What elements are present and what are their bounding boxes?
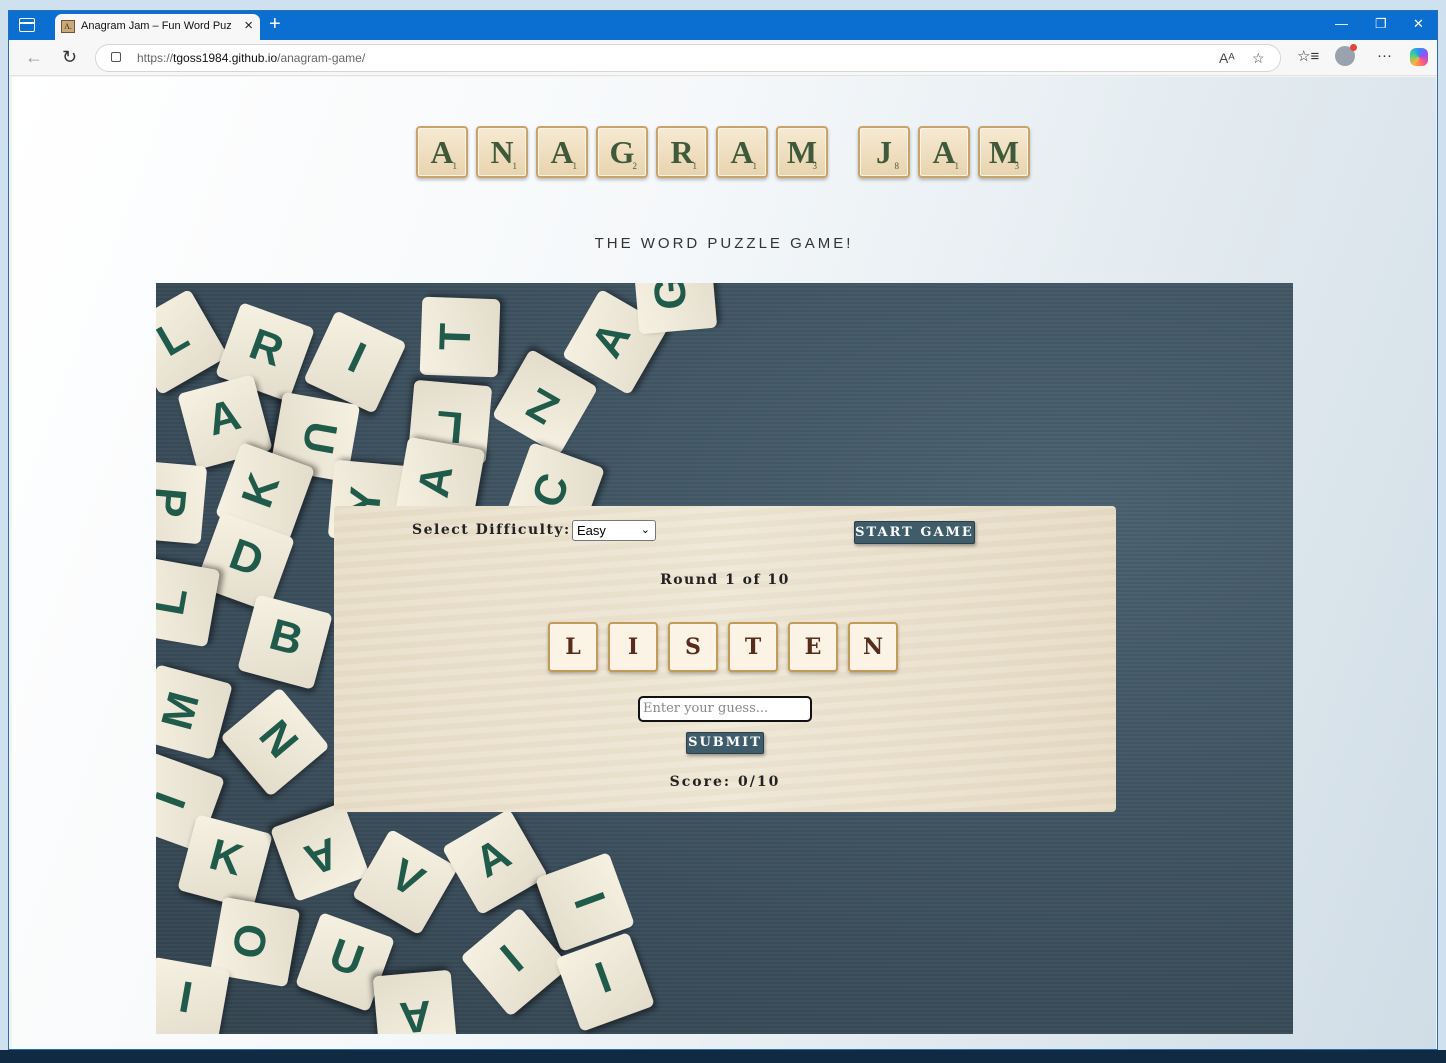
photo-tile: P (156, 459, 208, 545)
url-text: https://tgoss1984.github.io/anagram-game… (137, 51, 366, 65)
tab-title: Anagram Jam – Fun Word Puzzle (81, 20, 231, 32)
favorite-star-icon[interactable]: ☆ (1252, 50, 1265, 67)
photo-tile: B (237, 594, 333, 690)
letter-tile: S (668, 622, 718, 672)
browser-tab[interactable]: A. Anagram Jam – Fun Word Puzzle × (55, 14, 260, 40)
logo: A1 N1 A1 G2 R1 A1 M3 J8 A1 M3 (416, 126, 1036, 180)
more-menu-icon[interactable]: ··· (1377, 47, 1392, 64)
start-game-button[interactable]: START GAME (854, 521, 975, 544)
photo-tile: A (372, 969, 458, 1034)
letter-tile: E (788, 622, 838, 672)
photo-tile: A (270, 802, 370, 902)
logo-tile: A1 (918, 126, 970, 178)
letter-tile: L (548, 622, 598, 672)
logo-tile: R1 (656, 126, 708, 178)
new-tab-icon[interactable]: + (269, 13, 281, 36)
round-indicator: Round 1 of 10 (660, 572, 790, 588)
photo-tile: V (351, 828, 459, 936)
difficulty-select[interactable]: Easy ⌄ (572, 520, 656, 541)
reload-icon[interactable]: ↻ (62, 47, 77, 68)
difficulty-label: Select Difficulty: (412, 522, 571, 538)
restore-icon[interactable]: ❐ (1375, 16, 1387, 32)
letter-tile: T (728, 622, 778, 672)
minimize-icon[interactable]: — (1335, 16, 1348, 31)
letter-tile: I (608, 622, 658, 672)
photo-tile: M (156, 664, 233, 760)
copilot-icon[interactable] (1410, 48, 1428, 66)
logo-tile: M3 (776, 126, 828, 178)
favicon-icon: A. (61, 20, 75, 33)
close-window-icon[interactable]: ✕ (1413, 16, 1424, 32)
photo-tile: G (632, 283, 718, 335)
read-aloud-icon[interactable]: Aᴬ (1219, 50, 1235, 66)
taskbar-edge (0, 1050, 1446, 1063)
title-bar: A. Anagram Jam – Fun Word Puzzle × + — ❐… (9, 11, 1437, 40)
chevron-down-icon: ⌄ (640, 524, 650, 536)
logo-tile: A1 (536, 126, 588, 178)
address-bar[interactable]: https://tgoss1984.github.io/anagram-game… (95, 44, 1281, 72)
game-panel: Select Difficulty: Easy ⌄ START GAME Rou… (334, 506, 1116, 812)
scrambled-word: L I S T E N (548, 622, 908, 674)
logo-tile: N1 (476, 126, 528, 178)
browser-toolbar: ← ↻ https://tgoss1984.github.io/anagram-… (9, 40, 1437, 76)
photo-tile: I (156, 956, 231, 1034)
photo-tile: N (220, 687, 330, 797)
page-subtitle: THE WORD PUZZLE GAME! (594, 235, 854, 252)
photo-tile: T (419, 296, 501, 378)
score-display: Score: 0/10 (669, 774, 781, 790)
sidebar-toggle-icon[interactable] (19, 18, 35, 32)
photo-tile: A (441, 808, 549, 916)
browser-window: A. Anagram Jam – Fun Word Puzzle × + — ❐… (8, 10, 1438, 1050)
letter-tile: N (848, 622, 898, 672)
logo-tile: A1 (716, 126, 768, 178)
back-icon[interactable]: ← (25, 47, 43, 68)
difficulty-value: Easy (577, 523, 606, 538)
submit-button[interactable]: SUBMIT (686, 732, 764, 754)
profile-avatar-icon[interactable] (1335, 44, 1357, 66)
logo-tile: J8 (858, 126, 910, 178)
logo-tile: A1 (416, 126, 468, 178)
logo-tile: G2 (596, 126, 648, 178)
guess-input[interactable]: Enter your guess... (638, 696, 812, 722)
photo-tile: L (156, 556, 221, 648)
page-content: A1 N1 A1 G2 R1 A1 M3 J8 A1 M3 THE WORD P… (12, 77, 1436, 1049)
close-tab-icon[interactable]: × (244, 17, 253, 34)
photo-tile: L (156, 288, 229, 396)
logo-tile: M3 (978, 126, 1030, 178)
lock-icon (111, 52, 121, 62)
favorites-list-icon[interactable]: ☆≡ (1297, 47, 1319, 65)
